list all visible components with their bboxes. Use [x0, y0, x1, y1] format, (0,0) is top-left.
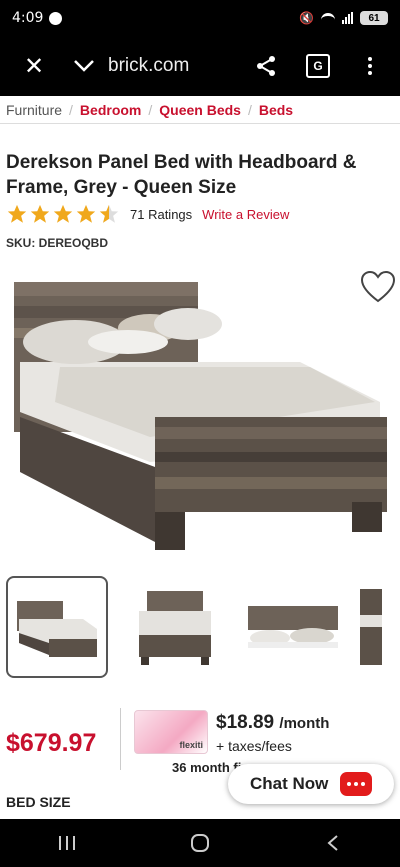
translate-icon[interactable]: G [298, 46, 338, 86]
monthly-payment: $18.89 /month [216, 712, 329, 734]
url-text[interactable]: brick.com [108, 55, 189, 77]
rating-row: 71 Ratings Write a Review [6, 203, 289, 225]
breadcrumb-bedroom[interactable]: Bedroom [80, 102, 141, 118]
chat-now-button[interactable]: Chat Now [228, 764, 394, 804]
thumbnail-4[interactable] [360, 576, 390, 678]
ratings-count[interactable]: 71 Ratings [130, 207, 192, 222]
price-divider [120, 708, 121, 770]
status-bar: 4:09 🔇 61 [0, 0, 400, 36]
back-icon[interactable] [303, 819, 363, 867]
thumbnail-1[interactable] [6, 576, 108, 678]
more-options-icon[interactable] [350, 46, 390, 86]
mute-icon: 🔇 [299, 11, 314, 25]
star-icon [76, 204, 96, 223]
bed-size-heading: BED SIZE [6, 794, 71, 810]
close-icon[interactable]: ✕ [14, 46, 54, 86]
recent-apps-icon[interactable] [37, 819, 97, 867]
write-review-link[interactable]: Write a Review [202, 207, 289, 222]
thumbnail-3[interactable] [242, 576, 344, 678]
wifi-icon [321, 13, 335, 23]
home-icon[interactable] [170, 819, 230, 867]
monthly-amount: $18.89 [216, 712, 275, 733]
product-main-image[interactable] [0, 262, 400, 562]
browser-toolbar: ✕ brick.com G [0, 36, 400, 96]
chat-now-label: Chat Now [250, 774, 329, 793]
star-icon [30, 204, 50, 223]
flexiti-card-image[interactable]: flexiti [134, 710, 208, 754]
breadcrumb-separator: / [69, 101, 73, 118]
monthly-suffix: /month [279, 715, 330, 732]
favorite-heart-icon[interactable] [360, 270, 396, 304]
breadcrumb-queen-beds[interactable]: Queen Beds [159, 102, 241, 118]
breadcrumb-home[interactable]: Furniture [6, 102, 62, 118]
product-price: $679.97 [6, 729, 97, 757]
breadcrumb-separator: / [148, 101, 153, 118]
thumbnail-2[interactable] [124, 576, 226, 678]
breadcrumb-separator: / [247, 101, 252, 118]
star-rating[interactable] [6, 203, 120, 225]
product-sku: SKU: DEREOQBD [6, 236, 109, 250]
star-icon [7, 204, 27, 223]
product-title: Derekson Panel Bed with Headboard & Fram… [6, 152, 357, 198]
taxes-note: + taxes/fees [216, 738, 292, 754]
share-icon[interactable] [246, 46, 286, 86]
half-star-icon [99, 204, 119, 223]
system-nav-bar [0, 819, 400, 867]
image-thumbnails [6, 576, 400, 680]
chat-bubble-icon [340, 772, 373, 796]
breadcrumb: Furniture / Bedroom / Queen Beds / Beds [0, 96, 400, 124]
battery-icon: 61 [360, 11, 388, 25]
messenger-icon [49, 11, 63, 25]
breadcrumb-beds[interactable]: Beds [259, 102, 293, 118]
signal-icon [342, 12, 353, 24]
flexiti-brand: flexiti [179, 740, 203, 750]
status-time: 4:09 [12, 10, 44, 26]
star-icon [53, 204, 73, 223]
chevron-down-icon[interactable] [64, 46, 104, 86]
